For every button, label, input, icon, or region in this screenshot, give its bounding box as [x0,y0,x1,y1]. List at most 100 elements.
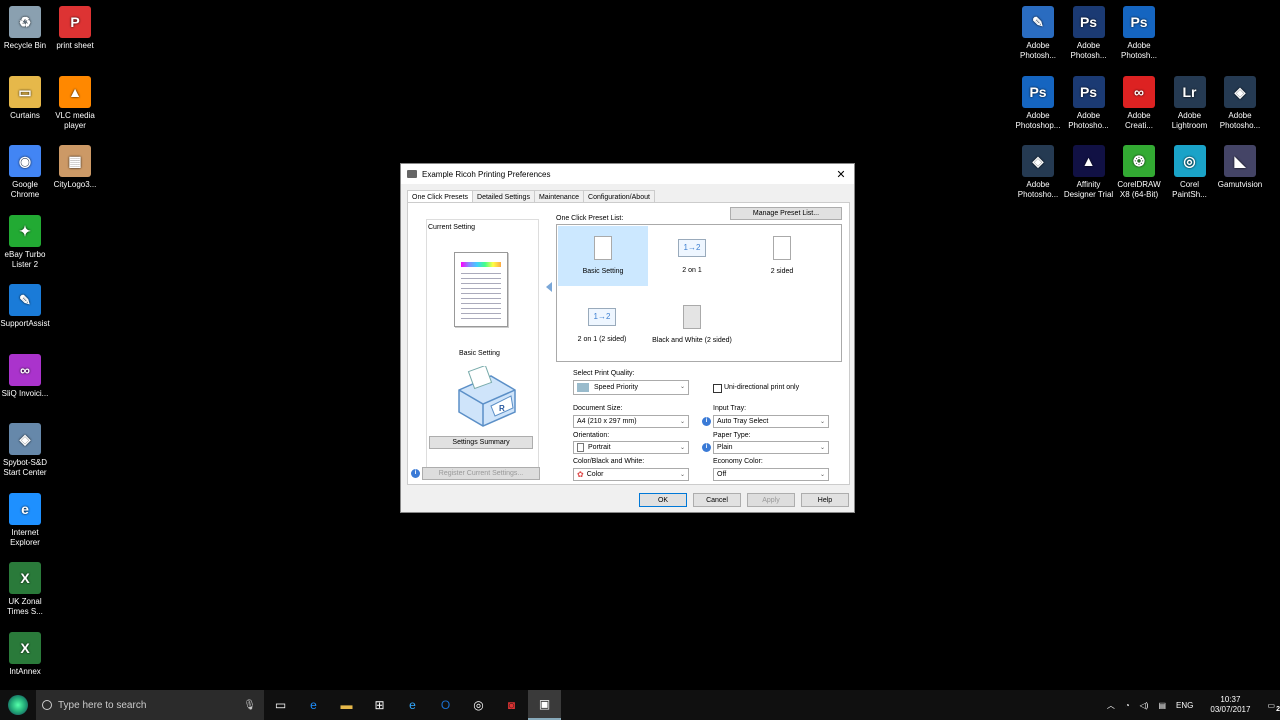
taskbar-search-box[interactable]: Type here to search 🎙 [36,690,264,720]
image-file-icon: ▦ [59,145,91,177]
input-tray-value: Auto Tray Select [717,418,769,425]
two-on-one-two-sided-icon: 1→2 [588,308,616,326]
settings-summary-button[interactable]: Settings Summary [429,436,533,449]
portrait-icon [577,443,584,452]
cancel-button[interactable]: Cancel [693,493,741,507]
desktop-icon-label: Curtains [10,110,40,120]
register-current-settings-button[interactable]: Register Current Settings... [422,467,540,480]
desktop-icon[interactable]: ✎ SupportAssist [0,284,51,329]
desktop-icon[interactable]: ∞ SliQ Invoici... [0,353,51,399]
notification-icon[interactable]: ▭ 2 [1267,701,1280,713]
desktop-icon[interactable]: ◈ Spybot-S&D Start Center [0,423,51,478]
desktop-icon[interactable]: ▲ VLC media player [49,75,101,131]
gamutvision-icon: ◣ [1224,145,1256,177]
desktop-icon[interactable]: Ps Adobe Photosh... [1113,6,1165,61]
desktop-icon-label: Adobe Photosh... [1019,41,1057,60]
orientation-label: Orientation: [573,432,610,439]
desktop-icon[interactable]: ✦ eBay Turbo Lister 2 [0,214,51,270]
desktop-icon[interactable]: Ps Adobe Photosh... [1063,6,1115,61]
orientation-dropdown[interactable]: Portrait ⌄ [573,441,689,454]
chevron-up-icon[interactable]: ︿ [1107,700,1115,711]
search-placeholder: Type here to search [58,699,147,711]
desktop-icon[interactable]: Pprint sheet [49,6,101,51]
input-tray-dropdown[interactable]: Auto Tray Select ⌄ [713,415,829,428]
preset-2-on-1-2-sided[interactable]: 1→2 2 on 1 (2 sided) [557,295,647,355]
file-explorer-icon[interactable]: ▬ [330,690,363,720]
microphone-icon[interactable]: 🎙 [243,700,256,711]
desktop-icon[interactable]: ♻ Recycle Bin [0,6,51,51]
outlook-icon[interactable]: O [429,690,462,720]
desktop-icon[interactable]: e Internet Explorer [0,492,51,548]
color-bw-dropdown[interactable]: ✿ Color ⌄ [573,468,689,481]
desktop-icon[interactable]: Lr Adobe Lightroom [1164,75,1216,131]
taskbar: Type here to search 🎙 ▭ e ▬ ⊞ e O ◎ ◙ ▣ … [0,690,1280,720]
preset-label: 2 on 1 (2 sided) [577,336,627,343]
document-size-dropdown[interactable]: A4 (210 x 297 mm) ⌄ [573,415,689,428]
network-icon[interactable]: ◔ [1125,701,1130,710]
task-view-icon[interactable]: ▭ [264,690,297,720]
desktop-icon[interactable]: ◈ Adobe Photosho... [1214,75,1266,131]
scroll-left-arrow-icon[interactable] [546,282,552,292]
chevron-down-icon: ⌄ [679,472,685,478]
desktop-icon[interactable]: Ps Adobe Photoshop... [1012,75,1064,131]
desktop-icon-label: Google Chrome [10,180,40,199]
printing-preferences-taskbar-icon[interactable]: ▣ [528,690,561,720]
apply-button[interactable]: Apply [747,493,795,507]
economy-color-dropdown[interactable]: Off ⌄ [713,468,829,481]
volume-icon[interactable]: ◁) [1140,701,1149,710]
preset-2-sided[interactable]: 2 sided [737,226,827,286]
close-button[interactable]: ✕ [828,168,854,181]
ebay-icon: ✦ [9,214,41,247]
acrobat-icon[interactable]: ◙ [495,690,528,720]
print-quality-dropdown[interactable]: Speed Priority ⌄ [573,380,689,395]
desktop-icon[interactable]: ▭ Curtains [0,75,51,121]
desktop-icon-label: Adobe Photosho... [1219,110,1261,130]
desktop-icon[interactable]: Ps Adobe Photosho... [1063,75,1115,131]
help-button[interactable]: Help [801,493,849,507]
tab-panel: Current Setting Basic Setting R Settings… [407,202,850,485]
desktop-icon-label: Spybot-S&D Start Center [2,458,48,477]
preset-label: 2 sided [770,268,794,275]
clock[interactable]: 10:37 03/07/2017 [1210,695,1250,715]
desktop-icon[interactable]: ❂ CorelDRAW X8 (64-Bit) [1113,145,1165,200]
preset-label: Basic Setting [582,268,624,275]
dialog-title: Example Ricoh Printing Preferences [422,169,551,179]
chevron-down-icon: ⌄ [819,419,825,425]
two-on-one-icon: 1→2 [678,239,706,257]
keyboard-icon[interactable]: ▤ [1158,701,1166,710]
chrome-taskbar-icon[interactable]: ◎ [462,690,495,720]
desktop-icon[interactable]: ▲ Affinity Designer Trial [1063,145,1115,200]
input-tray-label: Input Tray: [713,405,747,412]
desktop-icon[interactable]: ◎ Corel PaintSh... [1164,145,1216,200]
uni-directional-label: Uni-directional print only [724,384,800,391]
manage-preset-list-button[interactable]: Manage Preset List... [730,207,842,220]
desktop-icon[interactable]: X UK Zonal Times S... [0,562,51,617]
store-icon[interactable]: ⊞ [363,690,396,720]
preset-black-and-white-2-sided[interactable]: Black and White (2 sided) [647,295,737,355]
desktop-icon[interactable]: ✎ Adobe Photosh... [1012,6,1064,61]
document-size-label: Document Size: [573,405,623,412]
desktop-icon[interactable]: X IntAnnex [0,631,51,677]
desktop-icon[interactable]: ◣ Gamutvision [1214,145,1266,190]
desktop-icon[interactable]: ◉ Google Chrome [0,145,51,200]
dialog-titlebar[interactable]: Example Ricoh Printing Preferences ✕ [401,164,854,184]
desktop-icon[interactable]: ∞ Adobe Creati... [1113,75,1165,131]
desktop-icon[interactable]: ◈ Adobe Photosho... [1012,145,1064,200]
language-indicator[interactable]: ENG [1176,701,1193,710]
current-setting-name: Basic Setting [459,350,500,357]
uni-directional-checkbox[interactable] [713,384,722,393]
preset-list-label: One Click Preset List: [556,215,624,222]
desktop-icon-label: SupportAssist [0,319,50,328]
print-quality-label: Select Print Quality: [573,370,635,377]
lightroom-icon: Lr [1173,75,1206,108]
preset-basic-setting[interactable]: Basic Setting [558,226,648,286]
internet-explorer-icon[interactable]: e [396,690,429,720]
chevron-down-icon: ⌄ [679,445,685,451]
desktop-icon[interactable]: ▦ CityLogo3... [49,145,101,190]
start-button[interactable] [0,690,36,720]
color-bw-value: Color [586,471,604,478]
paper-type-dropdown[interactable]: Plain ⌄ [713,441,829,454]
ok-button[interactable]: OK [639,493,687,507]
edge-icon[interactable]: e [297,690,330,720]
preset-2-on-1[interactable]: 1→2 2 on 1 [647,226,737,286]
